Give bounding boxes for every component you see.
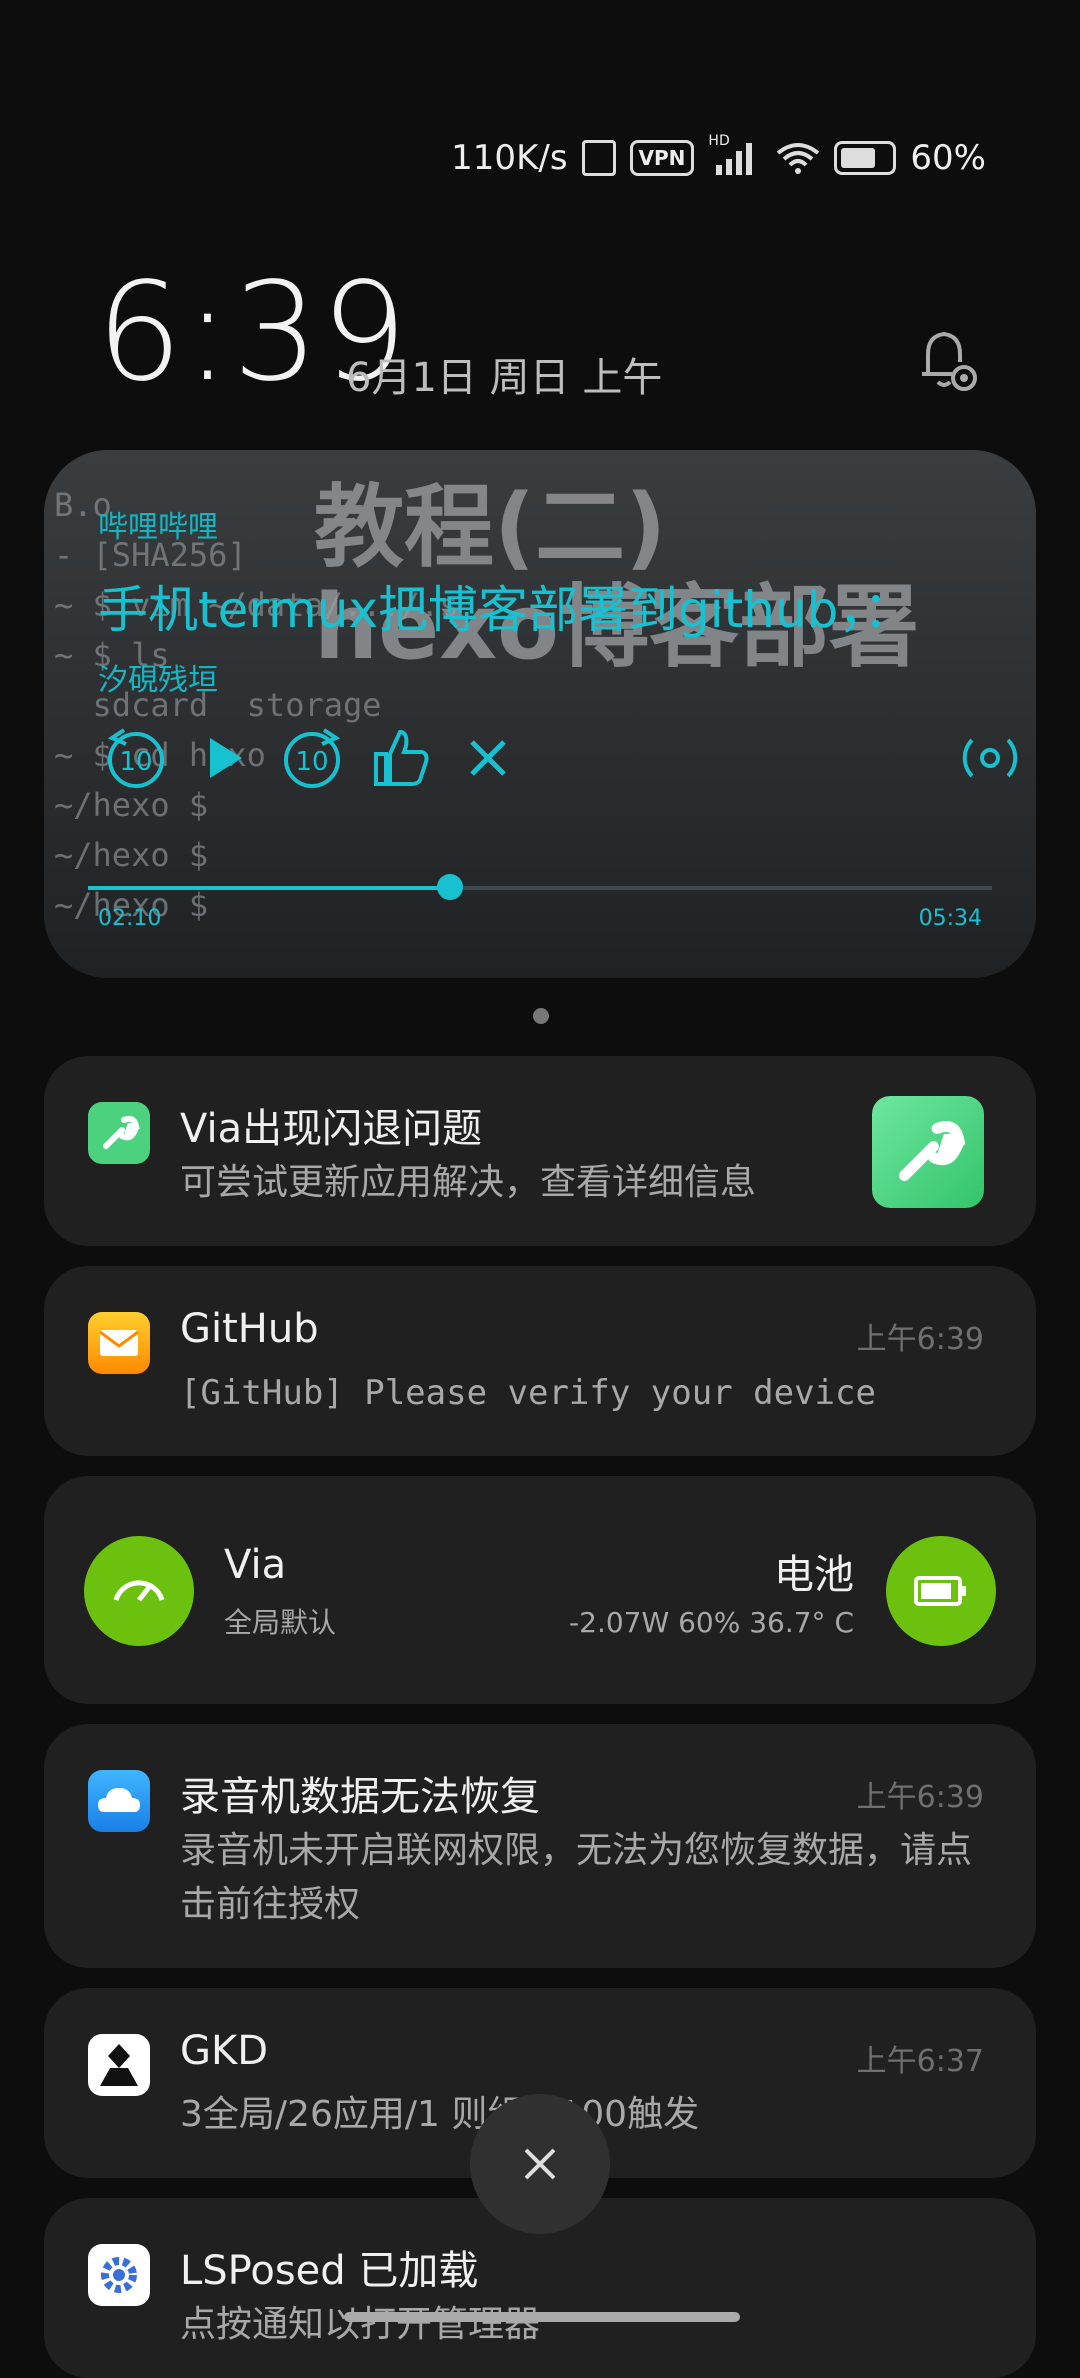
lock-date: 6月1日 周日 上午 — [346, 355, 663, 401]
status-bar: 110K/s VPN HD 60% — [451, 128, 986, 188]
progress-thumb[interactable] — [436, 874, 463, 900]
media-progress-bar[interactable] — [88, 874, 992, 900]
clear-all-button[interactable] — [470, 2094, 610, 2234]
svg-text:10: 10 — [119, 747, 152, 777]
mail-icon — [88, 1312, 150, 1374]
notification-title: GKD — [180, 2028, 269, 2074]
wrench-icon — [88, 1102, 150, 1164]
gkd-icon — [88, 2034, 150, 2096]
via-subtitle: 全局默认 — [224, 1606, 337, 1639]
close-icon[interactable] — [450, 720, 526, 796]
vpn-icon: VPN — [629, 140, 695, 176]
gesture-handle[interactable] — [344, 2312, 740, 2322]
play-icon[interactable] — [186, 720, 262, 796]
battery-icon — [834, 141, 897, 175]
nfc-icon — [581, 140, 616, 176]
rewind-10-icon[interactable]: 10 — [98, 720, 174, 796]
battery-title: 电池 — [774, 1552, 854, 1598]
media-controls: 10 10 — [98, 720, 1028, 800]
via-title: Via — [224, 1542, 287, 1588]
media-title: 手机termux把博客部署到github，： — [98, 581, 914, 639]
wrench-large-icon — [872, 1096, 984, 1208]
network-speed: 110K/s — [451, 138, 568, 178]
media-duration: 05:34 — [918, 906, 982, 931]
battery-stats: -2.07W 60% 36.7° C — [569, 1606, 854, 1639]
notification-time: 上午6:39 — [856, 1780, 984, 1815]
wifi-icon — [777, 143, 820, 174]
notification-body: 录音机未开启联网权限，无法为您恢复数据，请点击前往授权 — [180, 1830, 973, 1925]
notification-title: Via出现闪退问题 — [180, 1106, 483, 1152]
notification-body: 点按通知以打开管理器 — [180, 2304, 541, 2345]
forward-10-icon[interactable]: 10 — [274, 720, 350, 796]
battery-charge-icon — [886, 1536, 996, 1646]
signal-icon: HD — [708, 133, 762, 175]
battery-percent: 60% — [910, 138, 986, 178]
notification-title: LSPosed 已加载 — [180, 2248, 479, 2294]
page-indicator — [533, 1008, 549, 1024]
notification-via-battery[interactable]: Via 全局默认 电池 -2.07W 60% 36.7° C — [44, 1476, 1036, 1704]
close-icon — [524, 2148, 556, 2180]
media-player-card[interactable]: B.o - [SHA256] ~ $ vim ~/data/.../.s ~ $… — [44, 450, 1036, 978]
notification-github[interactable]: GitHub [GitHub] Please verify your devic… — [44, 1266, 1036, 1456]
notification-via-crash[interactable]: Via出现闪退问题 可尝试更新应用解决，查看详细信息 — [44, 1056, 1036, 1246]
notification-title: 录音机数据无法恢复 — [180, 1774, 540, 1820]
cast-icon[interactable] — [952, 720, 1028, 796]
notification-body: 可尝试更新应用解决，查看详细信息 — [180, 1162, 757, 1203]
notification-title: GitHub — [180, 1306, 319, 1352]
speedometer-icon — [84, 1536, 194, 1646]
hd-label: HD — [708, 133, 730, 149]
notification-body: [GitHub] Please verify your device — [180, 1373, 876, 1413]
cloud-icon — [88, 1770, 150, 1832]
notification-body: 3全局/26应用/1 则组/1100触发 — [180, 2094, 700, 2135]
notification-recorder[interactable]: 录音机数据无法恢复 录音机未开启联网权限，无法为您恢复数据，请点击前往授权 上午… — [44, 1724, 1036, 1968]
like-icon[interactable] — [362, 720, 438, 796]
media-artist: 汐硯残垣 — [98, 663, 218, 698]
notification-time: 上午6:39 — [856, 1322, 984, 1357]
gear-icon — [88, 2244, 150, 2306]
notification-time: 上午6:37 — [856, 2044, 984, 2079]
media-elapsed: 02:10 — [98, 906, 162, 931]
notification-settings-icon[interactable] — [912, 324, 984, 396]
svg-text:10: 10 — [295, 747, 328, 777]
media-app-name: 哔哩哔哩 — [98, 510, 218, 545]
